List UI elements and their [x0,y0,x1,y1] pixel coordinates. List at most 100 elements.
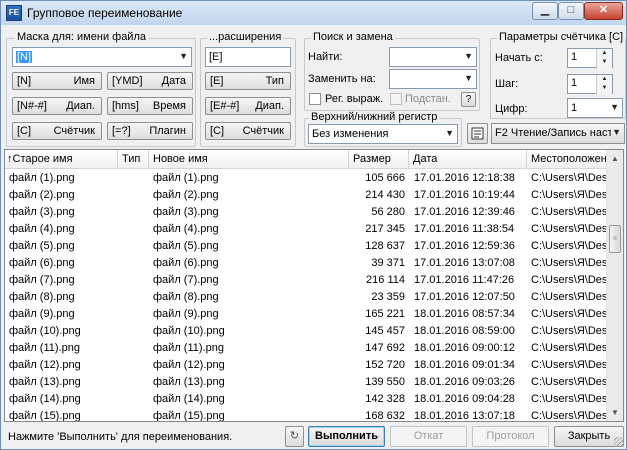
extension-mask-value: [E] [209,51,223,63]
mask-name-button[interactable]: [N] Имя [12,72,102,90]
cell-old-name: файл (3).png [9,206,75,218]
cell-old-name: файл (8).png [9,291,75,303]
cell-size: 165 221 [365,308,405,320]
scroll-down-icon[interactable]: ▼ [607,404,623,421]
replace-combo[interactable]: ▼ [389,69,477,89]
f2-settings-combo[interactable]: F2 Чтение/Запись настр ▼ [491,123,625,144]
substitution-label: Подстан. [405,93,451,105]
counter-start-value: 1 [571,51,578,63]
table-row[interactable]: файл (8).png файл (8).png 23 359 17.01.2016… [5,289,609,306]
table-row[interactable]: файл (13).png файл (13).png 139 550 18.01.2… [5,374,609,391]
cell-location: C:\Users\Я\Des [531,257,608,269]
column-size[interactable]: Размер [349,150,409,169]
resize-grip[interactable] [614,437,624,447]
cell-date: 17.01.2016 10:19:44 [414,189,515,201]
mask-time-button[interactable]: [hms] Время [107,97,193,115]
counter-group: Параметры счётчика [C] Начать с: 1 ▲ ▼ Ша… [490,31,626,119]
cell-old-name: файл (13).png [9,376,81,388]
table-row[interactable]: файл (5).png файл (5).png 128 637 17.01.201… [5,238,609,255]
table-row[interactable]: файл (12).png файл (12).png 152 720 18.01.2… [5,357,609,374]
table-row[interactable]: файл (10).png файл (10).png 145 457 18.01.2… [5,323,609,340]
cell-new-name: файл (2).png [153,189,219,201]
cell-location: C:\Users\Я\Des [531,189,608,201]
cell-old-name: файл (11).png [9,342,80,354]
mask-range-button[interactable]: [N#-#] Диап. [12,97,102,115]
filename-mask-value: [N] [16,51,33,63]
ext-type-button[interactable]: [E] Тип [205,72,291,90]
cell-date: 18.01.2016 09:00:12 [414,342,515,354]
substitution-checkbox[interactable] [390,93,402,105]
column-location[interactable]: Местоположение [527,150,619,169]
cell-new-name: файл (4).png [153,223,219,235]
title-bar[interactable]: FE Групповое переименование ▁ □ ✕ [1,1,626,25]
table-row[interactable]: файл (15).png файл (15).png 168 632 18.01.2… [5,408,609,422]
find-combo[interactable]: ▼ [389,47,477,67]
counter-group-title: Параметры счётчика [C] [497,31,626,43]
counter-step-spinner[interactable]: ▲ ▼ [596,75,612,95]
case-combo[interactable]: Без изменения ▼ [308,124,458,144]
cell-new-name: файл (9).png [153,308,219,320]
regex-checkbox[interactable] [309,93,321,105]
mask-date-button[interactable]: [YMD] Дата [107,72,193,90]
help-button[interactable]: ? [461,92,476,107]
cell-new-name: файл (11).png [153,342,224,354]
f2-icon-button[interactable] [467,123,488,144]
table-row[interactable]: файл (7).png файл (7).png 216 114 17.01.201… [5,272,609,289]
table-row[interactable]: файл (6).png файл (6).png 39 371 17.01.2016… [5,255,609,272]
minimize-button[interactable]: ▁ [532,2,558,20]
cell-date: 17.01.2016 12:39:46 [414,206,515,218]
scroll-up-icon[interactable]: ▲ [607,150,623,167]
cell-location: C:\Users\Я\Des [531,308,608,320]
table-row[interactable]: файл (3).png файл (3).png 56 280 17.01.2016… [5,204,609,221]
column-old-name[interactable]: ↑Старое имя [5,150,118,169]
f2-settings-label: F2 Чтение/Запись настр [495,127,611,139]
close-window-button[interactable]: ✕ [584,2,623,20]
cell-old-name: файл (4).png [9,223,75,235]
app-icon: FE [6,5,22,21]
table-row[interactable]: файл (1).png файл (1).png 105 666 17.01.201… [5,170,609,187]
column-new-name[interactable]: Новое имя [149,150,349,169]
extension-mask-field[interactable]: [E] [205,47,291,67]
status-text: Нажмите 'Выполнить' для переименования. [8,431,233,443]
counter-start-input[interactable]: 1 ▲ ▼ [567,48,613,69]
cell-date: 18.01.2016 09:01:34 [414,359,515,371]
cell-location: C:\Users\Я\Des [531,172,608,184]
ext-counter-button[interactable]: [C] Счётчик [205,122,291,140]
counter-step-input[interactable]: 1 ▲ ▼ [567,74,613,95]
cell-old-name: файл (6).png [9,257,75,269]
counter-digits-label: Цифр: [495,103,528,115]
filename-mask-combo[interactable]: [N] ▼ [12,47,192,67]
maximize-button[interactable]: □ [558,2,584,20]
cell-date: 18.01.2016 08:59:00 [414,325,515,337]
vertical-scrollbar[interactable]: ▲ ≡ ▼ [606,150,623,421]
table-row[interactable]: файл (2).png файл (2).png 214 430 17.01.201… [5,187,609,204]
cell-size: 39 371 [371,257,405,269]
cell-new-name: файл (7).png [153,274,219,286]
cell-size: 23 359 [371,291,405,303]
scroll-thumb[interactable]: ≡ [609,225,621,253]
table-row[interactable]: файл (14).png файл (14).png 142 328 18.01.2… [5,391,609,408]
column-type[interactable]: Тип [118,150,149,169]
column-date[interactable]: Дата [409,150,527,169]
counter-digits-combo[interactable]: 1 ▼ [567,98,623,118]
log-button[interactable]: Протокол [472,426,549,447]
cell-new-name: файл (12).png [153,359,225,371]
cell-size: 105 666 [365,172,405,184]
file-list[interactable]: ↑Старое имя Тип Новое имя Размер Дата Ме… [4,149,624,422]
ext-range-button[interactable]: [E#-#] Диап. [205,97,291,115]
find-label: Найти: [308,51,343,63]
cell-location: C:\Users\Я\Des [531,376,608,388]
mask-plugin-button[interactable]: [=?] Плагин [107,122,193,140]
undo-button[interactable]: Откат [390,426,467,447]
table-row[interactable]: файл (4).png файл (4).png 217 345 17.01.201… [5,221,609,238]
cell-size: 152 720 [365,359,405,371]
cell-location: C:\Users\Я\Des [531,410,608,422]
table-row[interactable]: файл (11).png файл (11).png 147 692 18.01.2… [5,340,609,357]
counter-start-spinner[interactable]: ▲ ▼ [596,49,612,69]
table-row[interactable]: файл (9).png файл (9).png 165 221 18.01.201… [5,306,609,323]
mask-counter-button[interactable]: [C] Счётчик [12,122,102,140]
cell-location: C:\Users\Я\Des [531,223,608,235]
refresh-button[interactable]: ↻ [285,426,304,447]
cell-location: C:\Users\Я\Des [531,206,608,218]
run-button[interactable]: Выполнить [308,426,385,447]
